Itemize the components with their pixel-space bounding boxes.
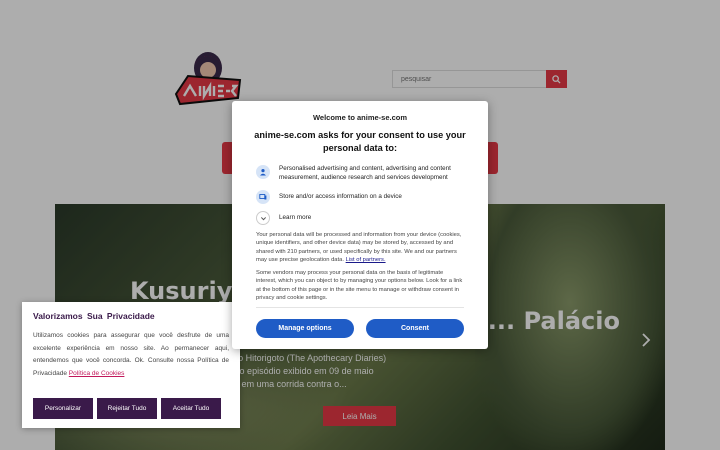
consent-body-1: Your personal data will be processed and… [256,231,464,264]
cookie-banner-actions: Personalizar Rejeitar Tudo Aceitar Tudo [33,398,221,419]
cookie-banner: Valorizamos Sua Privacidade Utilizamos c… [22,302,240,428]
reject-all-button[interactable]: Rejeitar Tudo [97,398,157,419]
learn-more-label: Learn more [279,214,312,221]
consent-heading: anime-se.com asks for your consent to us… [254,130,466,153]
consent-body-2: Some vendors may process your personal d… [256,270,463,301]
cookie-banner-title: Valorizamos Sua Privacidade [33,311,155,321]
device-icon [256,190,270,204]
cookie-banner-body: Utilizamos cookies para assegurar que vo… [33,332,229,377]
person-icon [256,165,270,179]
chevron-down-icon [256,211,270,225]
consent-purpose-text: Personalised advertising and content, ad… [279,165,451,181]
consent-divider [256,307,464,308]
consent-site-label: Welcome to anime-se.com [312,113,408,122]
consent-dialog: Welcome to anime-se.com anime-se.com ask… [232,101,488,349]
accept-all-button[interactable]: Aceitar Tudo [161,398,221,419]
cookie-policy-link[interactable]: Política de Cookies [69,370,125,377]
partners-link[interactable]: List of partners. [346,257,386,263]
manage-options-button[interactable]: Manage options [256,319,354,338]
consent-button[interactable]: Consent [366,319,464,338]
learn-more-toggle[interactable]: Learn more [256,211,469,225]
customize-button[interactable]: Personalizar [33,398,93,419]
cookie-banner-text: Utilizamos cookies para assegurar que vo… [33,330,229,380]
consent-purpose-storage: Store and/or access information on a dev… [256,190,469,204]
consent-purpose-personalisation: Personalised advertising and content, ad… [256,165,469,182]
consent-purpose-text: Store and/or access information on a dev… [279,193,402,200]
